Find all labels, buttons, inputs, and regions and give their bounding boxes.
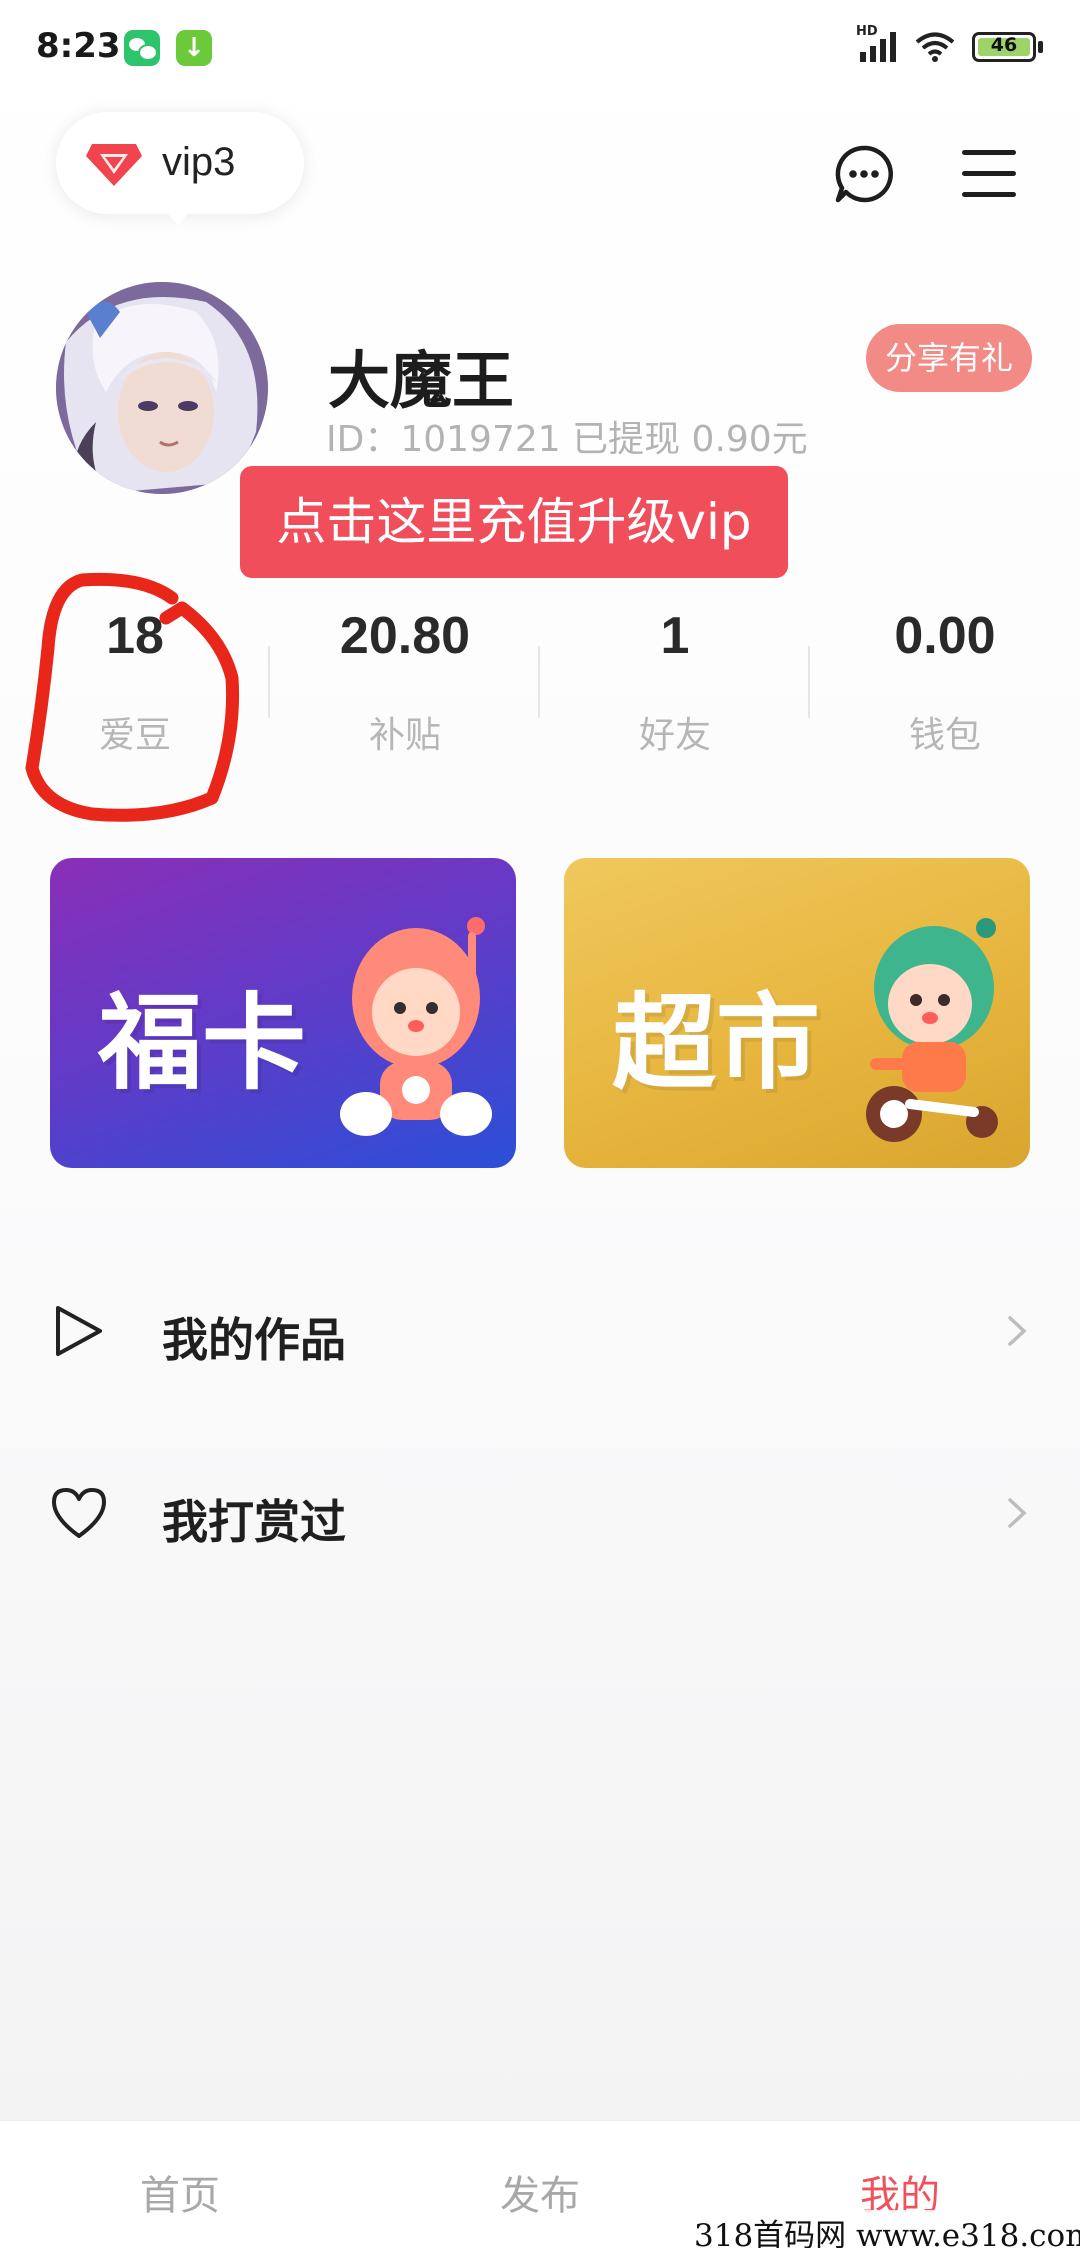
avatar[interactable]	[56, 282, 268, 494]
vip-level: vip3	[162, 140, 236, 184]
chat-icon[interactable]	[834, 144, 894, 204]
menu-item-label: 我的作品	[162, 1313, 346, 1367]
heart-icon	[52, 1488, 106, 1538]
stat-value: 1	[660, 607, 690, 665]
battery-level: 46	[990, 34, 1018, 56]
vip-badge[interactable]: vip3	[56, 112, 304, 214]
vip-bubble-tail	[160, 204, 196, 226]
stat-label: 补贴	[368, 715, 441, 756]
stat-label: 钱包	[908, 715, 981, 756]
user-name: 大魔王	[328, 344, 515, 417]
share-gift-button[interactable]: 分享有礼	[866, 324, 1032, 392]
fuka-card[interactable]: 福卡	[50, 858, 516, 1168]
download-icon: ↓	[176, 30, 212, 66]
stat-wallet[interactable]: 0.00 钱包	[810, 606, 1080, 758]
gem-icon	[86, 144, 142, 186]
menu-item-label: 我打赏过	[162, 1495, 346, 1549]
stat-value: 0.00	[894, 607, 996, 665]
stat-friends[interactable]: 1 好友	[540, 606, 810, 758]
menu-icon[interactable]	[960, 146, 1018, 200]
stat-label: 好友	[638, 715, 711, 756]
status-bar: 8:23 ↓ HD 46	[0, 0, 1080, 90]
stat-value: 20.80	[339, 607, 471, 665]
mascot-image	[340, 917, 492, 1136]
mascot-image	[866, 918, 998, 1142]
user-id-withdrawn: ID：1019721 已提现 0.90元	[326, 419, 808, 460]
annotation-circle	[25, 572, 240, 822]
recharge-upgrade-banner[interactable]: 点击这里充值升级vip	[240, 466, 788, 578]
battery-icon: 46	[972, 32, 1036, 62]
nav-publish[interactable]: 发布	[360, 2163, 720, 2221]
status-time: 8:23	[36, 26, 121, 66]
chevron-right-icon	[1008, 1316, 1027, 1346]
wifi-icon	[915, 32, 955, 62]
signal-icon	[860, 32, 896, 62]
stat-subsidy[interactable]: 20.80 补贴	[270, 606, 540, 758]
card-title: 超市	[612, 982, 821, 1104]
wechat-icon	[124, 30, 160, 66]
chevron-right-icon	[1008, 1498, 1027, 1528]
card-title: 福卡	[98, 982, 307, 1104]
menu-item-my-works[interactable]: 我的作品	[0, 1272, 1080, 1392]
menu-item-tipped[interactable]: 我打赏过	[0, 1454, 1080, 1574]
nav-home[interactable]: 首页	[0, 2163, 360, 2221]
watermark: 318首码网 www.e318.com	[690, 2210, 1080, 2248]
battery-tip	[1038, 41, 1043, 53]
supermarket-card[interactable]: 超市	[564, 858, 1030, 1168]
play-icon	[56, 1306, 102, 1356]
